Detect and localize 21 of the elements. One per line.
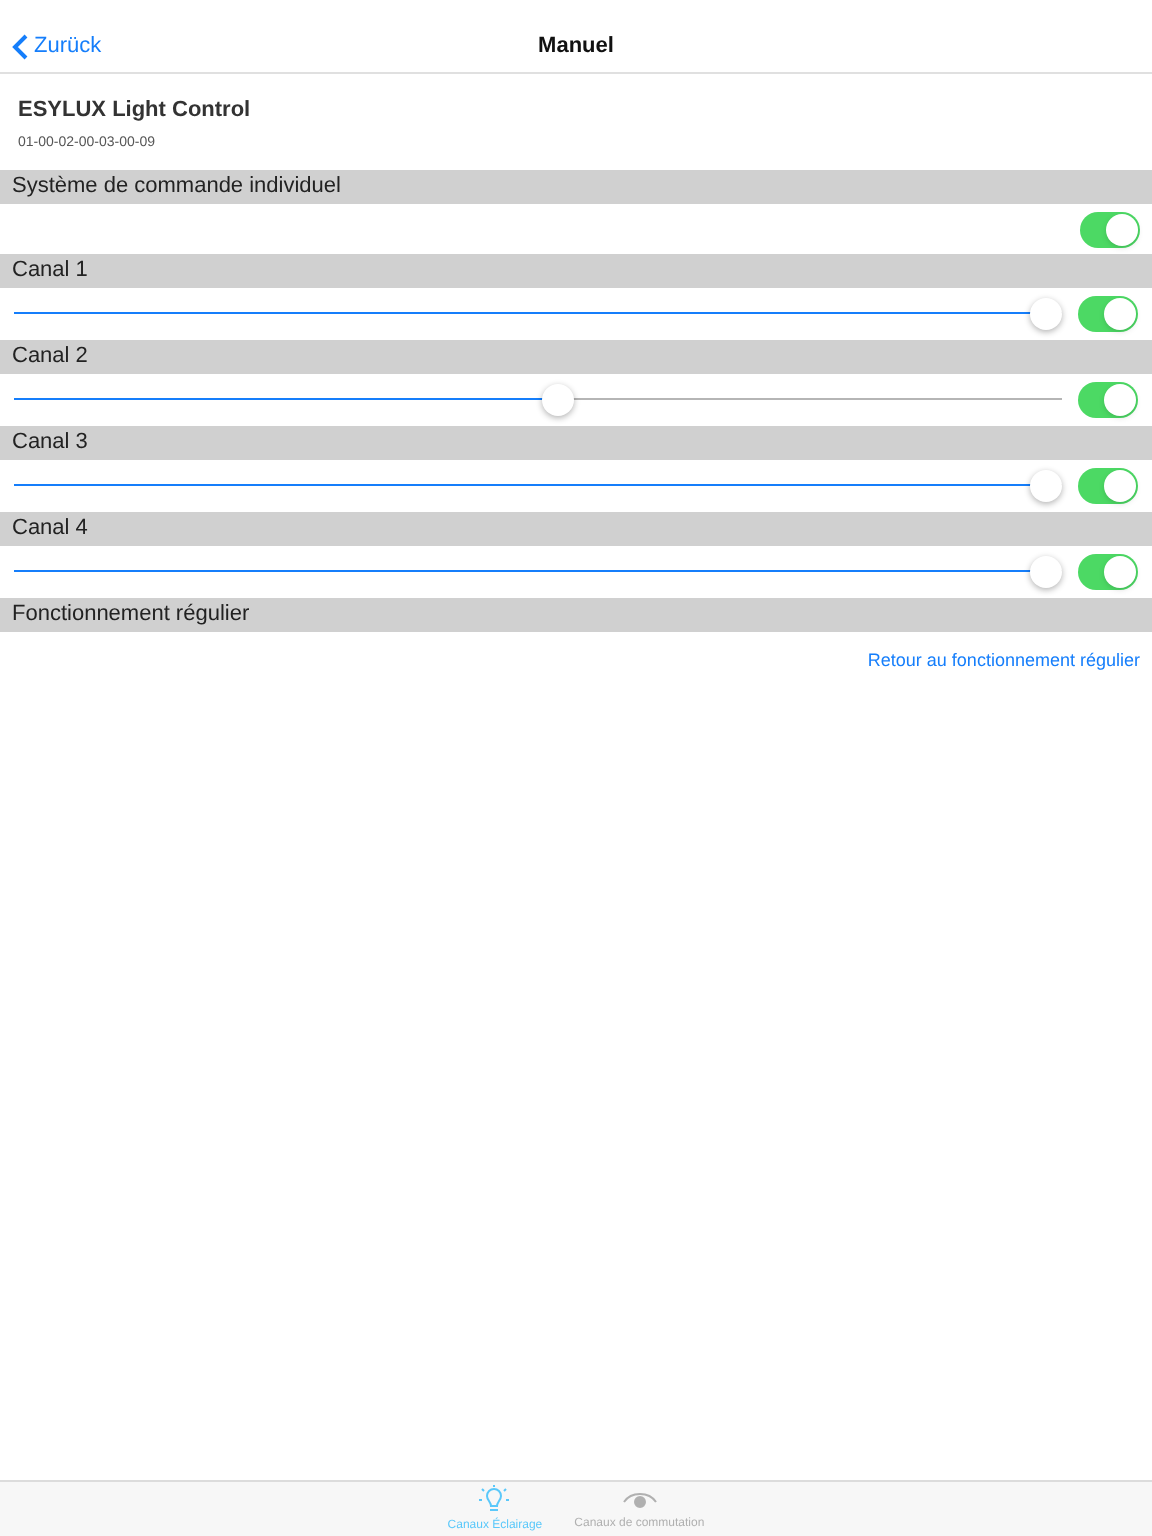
page-title: Manuel [538, 31, 614, 62]
section-header: Canal 4 [0, 512, 1152, 546]
section-header: Canal 3 [0, 426, 1152, 460]
toggle-switch[interactable] [1078, 554, 1138, 590]
section-header: Canal 2 [0, 340, 1152, 374]
slider[interactable] [14, 298, 1062, 330]
toggle-switch[interactable] [1078, 296, 1138, 332]
chevron-left-icon [12, 33, 28, 60]
lightbulb-icon [478, 1483, 511, 1515]
back-button[interactable]: Zurück [12, 30, 102, 63]
section-header: Fonctionnement régulier [0, 598, 1152, 632]
toggle-switch[interactable] [1078, 468, 1138, 504]
toggle-switch[interactable] [1078, 382, 1138, 418]
section-header: Système de commande individuel [0, 170, 1152, 204]
device-name: ESYLUX Light Control [18, 96, 253, 126]
section-header: Canal 1 [0, 254, 1152, 288]
return-link[interactable]: Retour au fonctionnement régulier [867, 648, 1140, 676]
slider[interactable] [14, 470, 1062, 502]
slider[interactable] [14, 556, 1062, 588]
toggle-switch[interactable] [1080, 211, 1140, 247]
slider[interactable] [14, 384, 1062, 416]
